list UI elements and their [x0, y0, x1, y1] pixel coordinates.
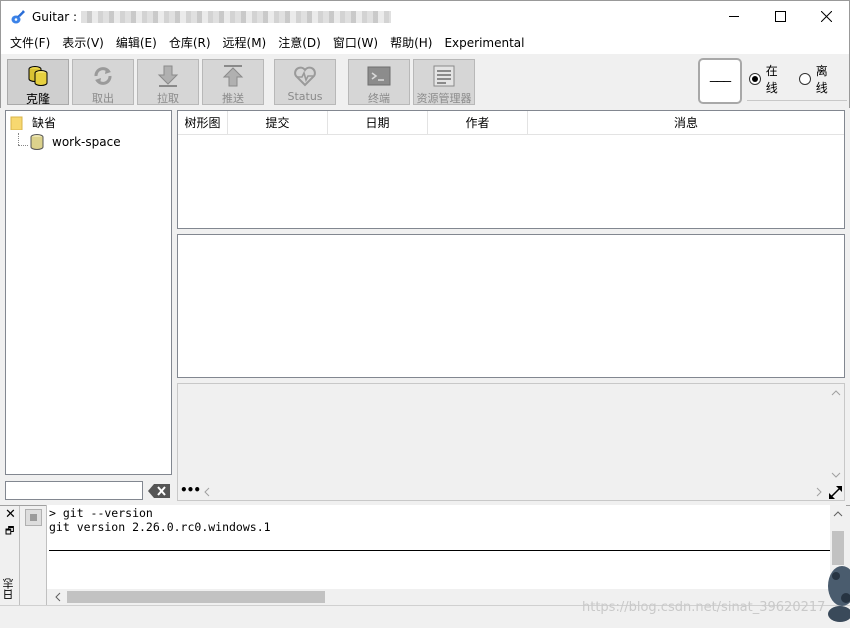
status-button[interactable]: Status: [274, 59, 336, 105]
menu-repository[interactable]: 仓库(R): [163, 32, 217, 54]
diff-view-panel[interactable]: [177, 383, 845, 501]
menu-view[interactable]: 表示(V): [56, 32, 110, 54]
folder-icon: [10, 116, 24, 130]
desktop-mascot-icon: [820, 556, 850, 628]
menu-notice[interactable]: 注意(D): [272, 32, 327, 54]
repository-icon: [30, 134, 44, 150]
tree-item-label: work-space: [52, 135, 121, 149]
pull-arrow-down-icon: [156, 64, 180, 88]
minimize-icon[interactable]: [711, 1, 757, 31]
push-arrow-up-icon: [221, 64, 245, 88]
console-dock-title: 日志: [2, 578, 15, 600]
offline-radio[interactable]: [799, 73, 811, 85]
online-label: 在线: [765, 64, 778, 95]
explorer-label: 资源管理器: [416, 92, 472, 105]
column-header-author[interactable]: 作者: [428, 111, 528, 135]
menu-file[interactable]: 文件(F): [4, 32, 56, 54]
status-label: Status: [287, 90, 323, 103]
fetch-button[interactable]: 取出: [72, 59, 134, 105]
online-radio[interactable]: [749, 73, 761, 85]
file-list-panel[interactable]: [177, 234, 845, 378]
clear-filter-icon[interactable]: [148, 484, 170, 498]
diff-horizontal-scrollbar[interactable]: [198, 484, 828, 500]
console-dock-titlebar: ✕ 🗗 日志: [0, 506, 20, 606]
mode-radio-group: 在线 离线: [749, 62, 849, 96]
push-button[interactable]: 推送: [202, 59, 264, 105]
network-status-display: ———: [698, 58, 742, 104]
console-line: > git --version: [49, 506, 153, 520]
more-options-button[interactable]: •••: [180, 483, 201, 497]
stop-icon: [30, 514, 37, 521]
explorer-list-icon: [432, 64, 456, 88]
title-bar: Guitar :: [0, 0, 850, 32]
close-icon[interactable]: [803, 1, 849, 31]
maximize-icon[interactable]: [757, 1, 803, 31]
column-header-message[interactable]: 消息: [528, 111, 844, 135]
close-dock-icon[interactable]: ✕: [5, 507, 16, 522]
watermark-text: https://blog.csdn.net/sinat_39620217: [582, 600, 826, 615]
menu-window[interactable]: 窗口(W): [327, 32, 384, 54]
commit-log-table[interactable]: 树形图 提交 日期 作者 消息: [177, 110, 845, 229]
console-divider: [49, 550, 831, 551]
guitar-icon: [10, 9, 26, 25]
window-controls: [711, 1, 849, 31]
divider: [747, 100, 847, 101]
clone-database-icon: [26, 64, 50, 88]
explorer-button[interactable]: 资源管理器: [413, 59, 475, 105]
pull-button[interactable]: 拉取: [137, 59, 199, 105]
push-label: 推送: [222, 92, 244, 105]
redacted-title-path: [81, 10, 392, 23]
menu-help[interactable]: 帮助(H): [384, 32, 438, 54]
status-heart-icon: [293, 64, 317, 88]
console-horizontal-scroll-thumb[interactable]: [67, 591, 325, 603]
tree-connector: [18, 133, 19, 145]
terminal-icon: [367, 64, 391, 88]
tree-item-work-space[interactable]: work-space: [30, 134, 121, 150]
tree-group-label: 缺省: [32, 116, 57, 130]
offline-label: 离线: [815, 64, 828, 95]
restore-dock-icon[interactable]: 🗗: [5, 524, 14, 541]
pull-label: 拉取: [157, 92, 179, 105]
toolbar: 克隆 取出 拉取 推送 Status 终端 资源管理器 ——— 在线 离线: [0, 54, 850, 108]
console-line: git version 2.26.0.rc0.windows.1: [49, 520, 271, 534]
console-output[interactable]: > git --version git version 2.26.0.rc0.w…: [46, 505, 847, 605]
menu-experimental[interactable]: Experimental: [438, 32, 530, 54]
tree-connector: [18, 145, 28, 146]
fetch-refresh-icon: [91, 64, 115, 88]
tree-group-default[interactable]: 缺省: [10, 114, 56, 131]
clone-label: 克隆: [25, 92, 50, 106]
repository-tree: 缺省 work-space: [5, 110, 172, 475]
column-header-commit[interactable]: 提交: [228, 111, 328, 135]
filter-input[interactable]: [5, 481, 143, 500]
clone-button[interactable]: 克隆: [7, 59, 69, 106]
menu-edit[interactable]: 编辑(E): [110, 32, 163, 54]
column-header-date[interactable]: 日期: [328, 111, 428, 135]
stop-button[interactable]: [25, 509, 42, 526]
diff-vertical-scrollbar[interactable]: [828, 384, 844, 484]
menu-bar: 文件(F) 表示(V) 编辑(E) 仓库(R) 远程(M) 注意(D) 窗口(W…: [0, 32, 850, 54]
window-title: Guitar :: [32, 9, 78, 24]
terminal-button[interactable]: 终端: [348, 59, 410, 105]
fetch-label: 取出: [92, 92, 114, 105]
terminal-label: 终端: [368, 92, 390, 105]
expand-icon[interactable]: [828, 485, 843, 500]
menu-remote[interactable]: 远程(M): [217, 32, 273, 54]
column-header-graph[interactable]: 树形图: [178, 111, 228, 135]
